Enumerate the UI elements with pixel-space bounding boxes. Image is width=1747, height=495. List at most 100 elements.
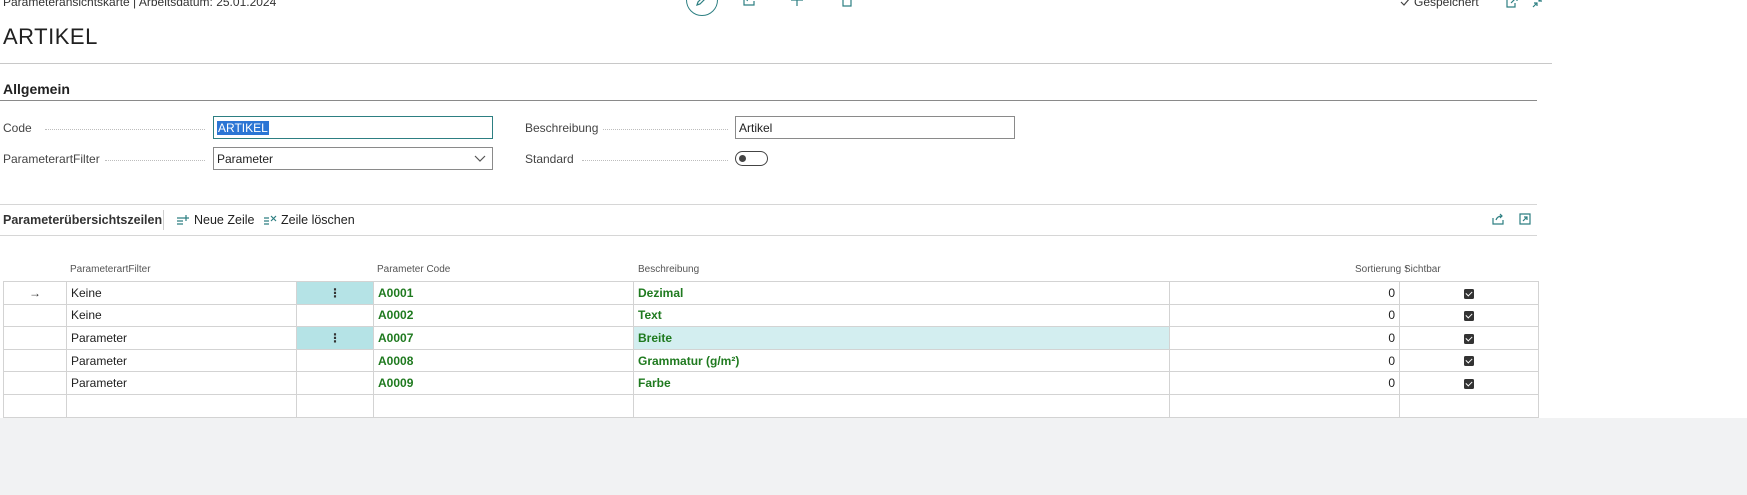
cell-filter[interactable]: Parameter [66,326,297,350]
add-button[interactable] [788,0,806,9]
table-row[interactable]: → Keine ⋮ A0001 Dezimal 0 [3,281,1539,305]
cell-description[interactable]: Dezimal [633,281,1170,305]
cell-description[interactable] [633,393,1170,418]
cell-sort[interactable]: 0 [1169,281,1400,305]
checkbox-icon[interactable] [1464,379,1474,389]
code-field[interactable]: ARTIKEL [213,116,493,139]
section-title-general[interactable]: Allgemein [3,81,70,97]
cell-sort[interactable]: 0 [1169,326,1400,350]
share-button[interactable] [740,0,758,9]
collapse-icon[interactable] [1531,0,1545,9]
cell-filter[interactable]: Keine [66,281,297,305]
lines-divider-bottom [0,235,1537,236]
row-indicator [3,393,67,418]
delete-line-button[interactable]: Zeile löschen [263,213,355,227]
saved-status: Gespeichert [1400,0,1479,9]
cell-visible[interactable] [1399,281,1539,305]
checkbox-icon[interactable] [1464,356,1474,367]
new-line-button[interactable]: Neue Zeile [176,213,254,227]
cell-description[interactable]: Farbe [633,371,1170,395]
cell-code[interactable]: A0007 [373,326,634,350]
row-indicator [3,371,67,395]
share-icon [743,0,755,6]
column-header-sort[interactable]: Sortierung ↑ [1355,264,1409,275]
cell-visible[interactable] [1399,348,1539,373]
column-header-description[interactable]: Beschreibung [638,264,699,275]
cell-sort[interactable] [1169,393,1400,418]
lines-title[interactable]: Parameterübersichtszeilen [3,213,162,227]
checkmark-icon [1400,0,1410,6]
saved-label: Gespeichert [1414,0,1479,9]
cell-description[interactable]: Grammatur (g/m²) [633,348,1170,373]
cell-sort[interactable]: 0 [1169,303,1400,328]
top-bar: Parameteransichtskarte | Arbeitsdatum: 2… [0,0,1747,16]
grid-background [0,418,1747,495]
description-leader-dots [603,129,728,130]
row-indicator [3,303,67,328]
cell-visible[interactable] [1399,303,1539,328]
filter-select[interactable]: Parameter [213,147,493,170]
cell-description[interactable]: Text [633,303,1170,328]
expand-lines-icon[interactable] [1518,212,1532,226]
delete-icon [842,0,852,7]
row-arrow-icon: → [3,281,67,305]
add-icon [791,0,803,6]
cell-code[interactable]: A0009 [373,371,634,395]
title-divider [0,63,1552,64]
filter-leader-dots [105,160,205,161]
cell-sort[interactable]: 0 [1169,371,1400,395]
row-menu-cell[interactable] [296,393,374,418]
cell-filter[interactable]: Keine [66,303,297,328]
section-divider [0,100,1537,101]
checkbox-icon[interactable] [1464,311,1474,322]
cell-visible[interactable] [1399,393,1539,418]
row-menu-icon[interactable]: ⋮ [296,326,374,350]
column-header-code[interactable]: Parameter Code [377,264,450,275]
code-leader-dots [45,129,205,130]
filter-select-value: Parameter [217,152,274,166]
edit-button[interactable] [686,0,718,16]
new-line-label: Neue Zeile [194,213,255,227]
delete-line-icon [264,215,277,225]
share-lines-icon[interactable] [1491,212,1505,226]
cell-sort[interactable]: 0 [1169,348,1400,373]
new-line-icon [177,215,189,225]
table-row[interactable]: Keine A0002 Text 0 [3,303,1539,328]
top-action-group [686,0,856,16]
row-menu-icon[interactable]: ⋮ [296,281,374,305]
description-label: Beschreibung [525,121,599,135]
row-menu-cell[interactable] [296,348,374,373]
table-row[interactable]: Parameter ⋮ A0007 Breite 0 [3,326,1539,350]
cell-visible[interactable] [1399,326,1539,350]
open-new-window-icon[interactable] [1505,0,1519,9]
code-label: Code [3,121,32,135]
standard-toggle[interactable] [735,151,768,166]
cell-visible[interactable] [1399,371,1539,395]
description-field[interactable]: Artikel [735,116,1015,139]
column-header-visible[interactable]: Sichtbar [1404,264,1441,275]
cell-filter[interactable] [66,393,297,418]
cell-filter[interactable]: Parameter [66,371,297,395]
table-row[interactable]: Parameter A0008 Grammatur (g/m²) 0 [3,348,1539,373]
delete-button[interactable] [838,0,856,9]
row-indicator [3,326,67,350]
chevron-down-icon [474,155,486,162]
cell-description[interactable]: Breite [633,326,1170,350]
table-row[interactable]: Parameter A0009 Farbe 0 [3,371,1539,395]
checkbox-icon[interactable] [1464,333,1474,344]
cell-code[interactable]: A0001 [373,281,634,305]
row-indicator [3,348,67,373]
cell-code[interactable] [373,393,634,418]
edit-icon [696,0,705,6]
cell-code[interactable]: A0008 [373,348,634,373]
checkbox-icon[interactable] [1464,288,1474,299]
description-field-value: Artikel [739,121,773,135]
cell-code[interactable]: A0002 [373,303,634,328]
row-menu-cell[interactable] [296,371,374,395]
column-header-filter[interactable]: ParameterartFilter [70,264,151,275]
row-menu-cell[interactable] [296,303,374,328]
table-row-empty[interactable] [3,393,1539,418]
code-field-value: ARTIKEL [217,121,269,135]
cell-filter[interactable]: Parameter [66,348,297,373]
page-caption: Parameteransichtskarte | Arbeitsdatum: 2… [3,0,277,9]
